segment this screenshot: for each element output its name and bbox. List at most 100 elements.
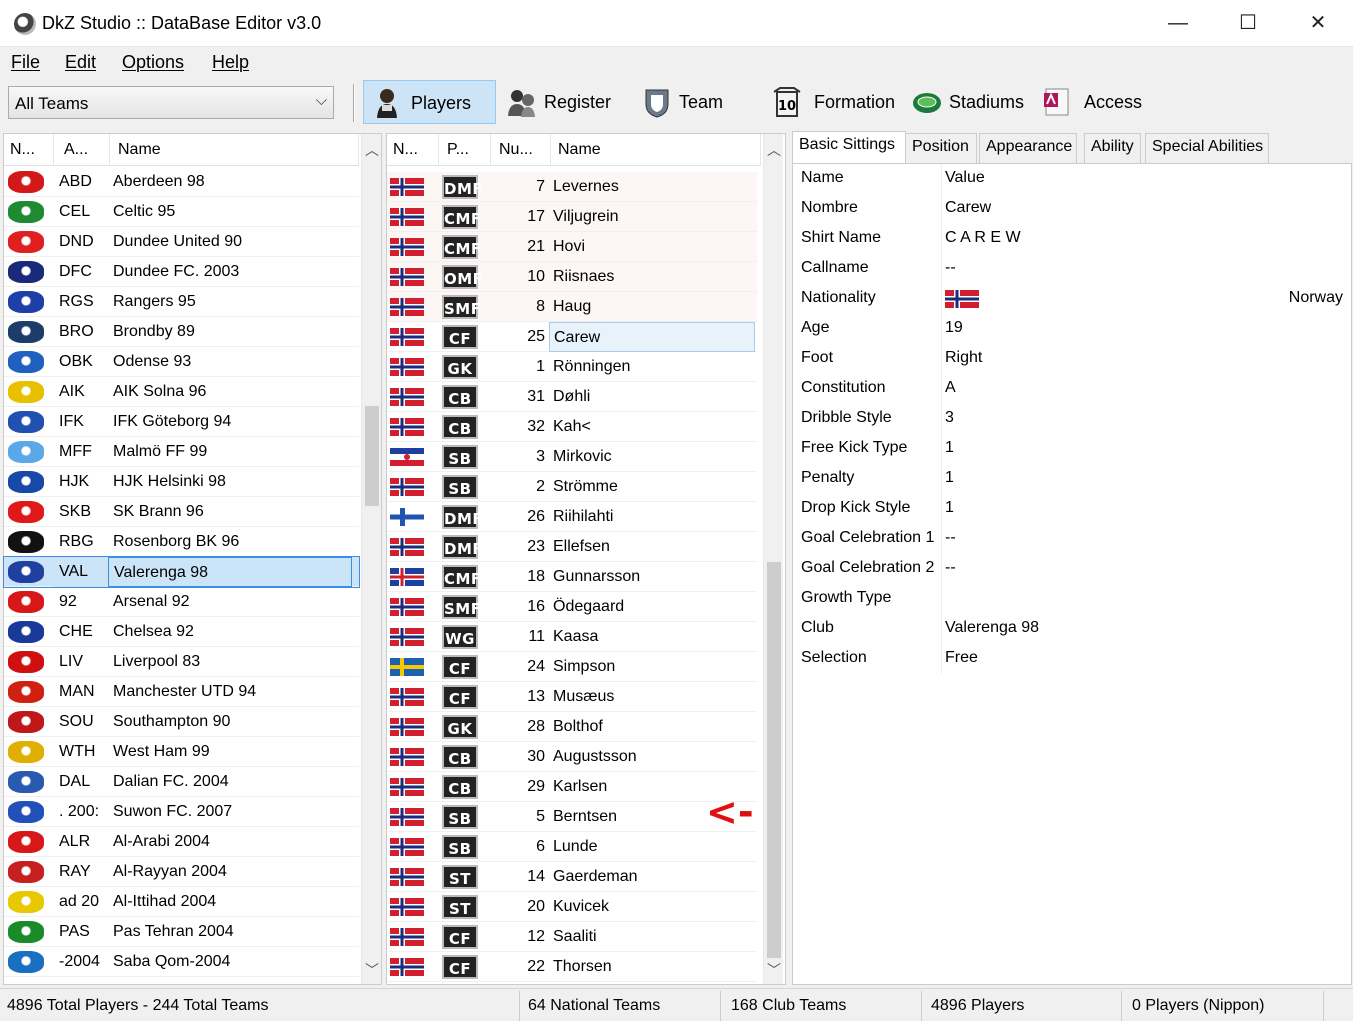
register-button[interactable]: Register [498, 80, 618, 124]
players-col-nat[interactable]: N... [387, 134, 439, 166]
player-row[interactable]: GK 1 Rönningen [387, 352, 757, 382]
menu-options[interactable]: Options [122, 52, 184, 73]
formation-button[interactable]: 10 Formation [764, 80, 904, 124]
teams-scrollbar[interactable]: ︿ ﹀ [361, 134, 381, 984]
property-row[interactable]: Goal Celebration 1 -- [793, 524, 1351, 554]
player-row[interactable]: CMF 17 Viljugrein [387, 202, 757, 232]
team-row[interactable]: ad 20 Al-Ittihad 2004 [4, 887, 359, 917]
team-row[interactable]: WTH West Ham 99 [4, 737, 359, 767]
players-col-pos[interactable]: P... [441, 134, 491, 166]
property-row[interactable]: Penalty 1 [793, 464, 1351, 494]
team-row[interactable]: DND Dundee United 90 [4, 227, 359, 257]
team-row[interactable]: RBG Rosenborg BK 96 [4, 527, 359, 557]
tab-appearance[interactable]: Appearance [979, 133, 1077, 163]
property-row[interactable]: Drop Kick Style 1 [793, 494, 1351, 524]
teams-col-name[interactable]: Name [112, 134, 359, 166]
player-row[interactable]: CMF 21 Hovi [387, 232, 757, 262]
player-row[interactable]: SMF 16 Ödegaard [387, 592, 757, 622]
property-row[interactable]: Shirt Name C A R E W [793, 224, 1351, 254]
player-row[interactable]: CB 29 Karlsen [387, 772, 757, 802]
team-row[interactable]: . 200: Suwon FC. 2007 [4, 797, 359, 827]
team-row[interactable]: OBK Odense 93 [4, 347, 359, 377]
access-button[interactable]: Access [1034, 80, 1152, 124]
player-row[interactable]: CF 25 Carew [387, 322, 757, 352]
team-row[interactable]: MAN Manchester UTD 94 [4, 677, 359, 707]
players-button[interactable]: Players [363, 80, 496, 124]
player-row[interactable]: CF 24 Simpson [387, 652, 757, 682]
player-row[interactable]: DMF 26 Riihilahti [387, 502, 757, 532]
property-row[interactable]: Foot Right [793, 344, 1351, 374]
players-scroll-thumb[interactable] [767, 562, 781, 958]
teams-col-n[interactable]: N... [4, 134, 54, 166]
player-row[interactable]: ST 14 Gaerdeman [387, 862, 757, 892]
property-row[interactable]: Club Valerenga 98 [793, 614, 1351, 644]
team-row[interactable]: ALR Al-Arabi 2004 [4, 827, 359, 857]
team-row[interactable]: VAL Valerenga 98 [3, 556, 360, 588]
property-row[interactable]: Nationality Norway [793, 284, 1351, 314]
tab-special-abilities[interactable]: Special Abilities [1145, 133, 1269, 163]
player-row[interactable]: OMF 10 Riisnaes [387, 262, 757, 292]
team-row[interactable]: RAY Al-Rayyan 2004 [4, 857, 359, 887]
team-button[interactable]: Team [634, 80, 744, 124]
team-row[interactable]: DAL Dalian FC. 2004 [4, 767, 359, 797]
players-list[interactable]: N... P... Nu... Name DMF 7 Levernes CMF 17 Vi… [386, 133, 786, 985]
property-row[interactable]: Dribble Style 3 [793, 404, 1351, 434]
teams-list[interactable]: N... A... Name ABD Aberdeen 98 CEL Celtic 9… [3, 133, 382, 985]
team-row[interactable]: SKB SK Brann 96 [4, 497, 359, 527]
player-row[interactable]: SB 2 Strömme [387, 472, 757, 502]
menu-edit[interactable]: Edit [65, 52, 96, 73]
property-row[interactable]: Goal Celebration 2 -- [793, 554, 1351, 584]
player-row[interactable]: WG 11 Kaasa [387, 622, 757, 652]
player-row[interactable]: CF 13 Musæus [387, 682, 757, 712]
scroll-up-icon[interactable]: ︿ [764, 140, 784, 160]
menu-help[interactable]: Help [212, 52, 249, 73]
team-row[interactable]: CEL Celtic 95 [4, 197, 359, 227]
scroll-down-icon[interactable]: ﹀ [764, 960, 784, 980]
property-row[interactable]: Nombre Carew [793, 194, 1351, 224]
tab-basic-settings[interactable]: Basic Sittings [792, 131, 906, 163]
minimize-button[interactable]: — [1143, 0, 1213, 46]
player-row[interactable]: CF 22 Thorsen [387, 952, 757, 982]
tab-ability[interactable]: Ability [1084, 133, 1141, 163]
team-row[interactable]: BRO Brondby 89 [4, 317, 359, 347]
player-row[interactable]: SB 6 Lunde [387, 832, 757, 862]
player-row[interactable]: GK 28 Bolthof [387, 712, 757, 742]
scroll-up-icon[interactable]: ︿ [362, 140, 382, 160]
team-row[interactable]: 92 Arsenal 92 [4, 587, 359, 617]
player-row[interactable]: SB 3 Mirkovic [387, 442, 757, 472]
property-row[interactable]: Selection Free [793, 644, 1351, 674]
team-row[interactable]: HJK HJK Helsinki 98 [4, 467, 359, 497]
player-row[interactable]: DMF 7 Levernes [387, 172, 757, 202]
team-row[interactable]: RGS Rangers 95 [4, 287, 359, 317]
teams-scroll-thumb[interactable] [365, 406, 379, 506]
team-row[interactable]: PAS Pas Tehran 2004 [4, 917, 359, 947]
team-row[interactable]: IFK IFK Göteborg 94 [4, 407, 359, 437]
players-col-name[interactable]: Name [552, 134, 761, 166]
property-row[interactable]: Growth Type [793, 584, 1351, 614]
close-button[interactable]: ✕ [1283, 0, 1353, 46]
team-row[interactable]: ABD Aberdeen 98 [4, 167, 359, 197]
player-row[interactable]: SMF 8 Haug [387, 292, 757, 322]
players-scrollbar[interactable]: ︿ ﹀ [763, 134, 783, 984]
team-filter-select[interactable]: All Teams ⌵ [8, 86, 334, 119]
team-row[interactable]: SOU Southampton 90 [4, 707, 359, 737]
tab-position[interactable]: Position [905, 133, 977, 163]
team-row[interactable]: -2004 Saba Qom-2004 [4, 947, 359, 977]
player-row[interactable]: DMF 23 Ellefsen [387, 532, 757, 562]
property-row[interactable]: Constitution A [793, 374, 1351, 404]
player-row[interactable]: SB 5 Berntsen [387, 802, 757, 832]
menu-file[interactable]: File [11, 52, 40, 73]
player-row[interactable]: CB 30 Augustsson [387, 742, 757, 772]
team-row[interactable]: CHE Chelsea 92 [4, 617, 359, 647]
property-row[interactable]: Age 19 [793, 314, 1351, 344]
property-row[interactable]: Free Kick Type 1 [793, 434, 1351, 464]
team-row[interactable]: AIK AIK Solna 96 [4, 377, 359, 407]
player-row[interactable]: CMF 18 Gunnarsson [387, 562, 757, 592]
team-row[interactable]: DFC Dundee FC. 2003 [4, 257, 359, 287]
maximize-button[interactable]: ☐ [1213, 0, 1283, 46]
team-row[interactable]: MFF Malmö FF 99 [4, 437, 359, 467]
player-row[interactable]: CB 32 Kah< [387, 412, 757, 442]
teams-col-abbr[interactable]: A... [58, 134, 110, 166]
players-col-num[interactable]: Nu... [493, 134, 551, 166]
team-row[interactable]: LIV Liverpool 83 [4, 647, 359, 677]
